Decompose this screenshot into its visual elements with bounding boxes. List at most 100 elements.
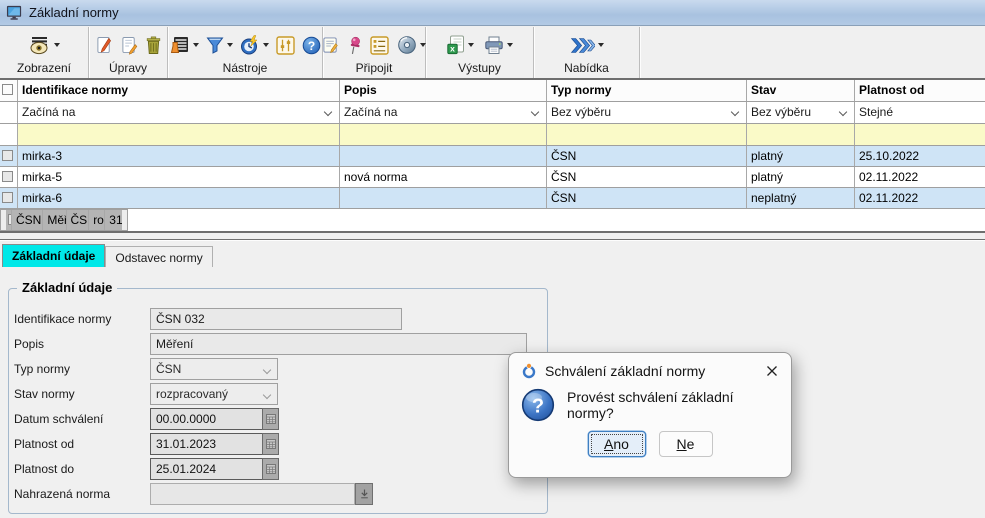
tab-zakladni-udaje[interactable]: Základní údaje: [2, 244, 105, 267]
row-checkbox[interactable]: [2, 150, 13, 161]
svg-text:x: x: [450, 43, 455, 53]
table-row-selected[interactable]: ČSN 032 Měření ČSN rozpracovaný 31.01.20…: [0, 209, 128, 231]
filter-input-stav[interactable]: [747, 124, 855, 145]
cell-popis: [340, 188, 547, 208]
print-icon[interactable]: [484, 36, 513, 55]
media-icon[interactable]: [397, 35, 426, 55]
cell-platnost: 25.10.2022: [855, 146, 985, 166]
filter-input-typ[interactable]: [547, 124, 747, 145]
calendar-button[interactable]: [262, 433, 279, 455]
calendar-button[interactable]: [262, 408, 279, 430]
calendar-icon: [266, 439, 276, 449]
toolbar-group-vystupy: x Výstupy: [426, 27, 534, 78]
popis-field[interactable]: Měření: [150, 333, 527, 355]
stav-normy-select[interactable]: rozpracovaný: [150, 383, 278, 405]
filter-dropdown-typ[interactable]: Bez výběru: [547, 102, 747, 123]
platnost-do-field[interactable]: 25.01.2024: [150, 458, 262, 480]
cell-platnost: 02.11.2022: [855, 167, 985, 187]
toolbar-group-label: Úpravy: [89, 61, 167, 78]
cell-identifikace: ČSN 032: [12, 210, 43, 230]
table-header-row: Identifikace normy Popis Typ normy Stav …: [0, 80, 985, 102]
column-header-identifikace[interactable]: Identifikace normy: [18, 80, 340, 101]
delete-icon[interactable]: [146, 36, 161, 55]
person-icon: [521, 363, 537, 379]
column-header-typ[interactable]: Typ normy: [547, 80, 747, 101]
menu-chevrons-icon[interactable]: [570, 37, 604, 54]
chevron-down-icon: [731, 108, 739, 116]
calendar-button[interactable]: [262, 458, 279, 480]
field-label: Stav normy: [14, 387, 150, 401]
chevron-down-icon: [263, 366, 271, 374]
history-icon[interactable]: [240, 35, 269, 55]
table-row[interactable]: mirka-3 ČSN platný 25.10.2022: [0, 146, 985, 167]
dropdown-arrow-icon: [468, 43, 474, 47]
view-icon: [29, 36, 51, 55]
cell-typ: ČSN: [547, 188, 747, 208]
note-icon[interactable]: [322, 36, 339, 55]
view-button[interactable]: [29, 36, 60, 55]
dropdown-arrow-icon: [193, 43, 199, 47]
help-icon[interactable]: ?: [302, 36, 321, 55]
row-checkbox[interactable]: [2, 171, 13, 182]
cell-stav: platný: [747, 146, 855, 166]
column-header-stav[interactable]: Stav: [747, 80, 855, 101]
datum-schvaleni-field[interactable]: 00.00.0000: [150, 408, 262, 430]
cell-identifikace: mirka-3: [18, 146, 340, 166]
identifikace-normy-field[interactable]: ČSN 032: [150, 308, 402, 330]
dialog-titlebar: Schválení základní normy: [509, 353, 791, 381]
confirm-dialog: Schválení základní normy ? Provést schvá…: [508, 352, 792, 478]
chevron-down-icon: [839, 108, 847, 116]
pin-icon[interactable]: [347, 36, 362, 55]
filter-dropdown-stav[interactable]: Bez výběru: [747, 102, 855, 123]
new-record-button[interactable]: [96, 36, 113, 55]
field-label: Popis: [14, 337, 150, 351]
dropdown-arrow-icon: [263, 43, 269, 47]
filter-dropdown-platnost[interactable]: Stejné: [855, 102, 985, 123]
platnost-od-field[interactable]: 31.01.2023: [150, 433, 262, 455]
data-view-button[interactable]: [170, 35, 199, 55]
nahrazena-norma-field[interactable]: [150, 483, 355, 505]
toolbar-group-label: Nástroje: [168, 61, 322, 78]
svg-text:?: ?: [307, 39, 314, 53]
close-icon[interactable]: [765, 364, 779, 378]
filter-input-identifikace[interactable]: [18, 124, 340, 145]
settings-icon[interactable]: [276, 36, 295, 55]
toolbar-group-label: Nabídka: [534, 61, 639, 78]
field-label: Datum schválení: [14, 412, 150, 426]
filter-input-popis[interactable]: [340, 124, 547, 145]
filter-cell-checkbox: [0, 102, 18, 123]
fieldset-legend: Základní údaje: [17, 280, 117, 295]
field-label: Nahrazená norma: [14, 487, 150, 501]
filter-input-platnost[interactable]: [855, 124, 985, 145]
filter-dropdown-identifikace[interactable]: Začíná na: [18, 102, 340, 123]
yes-button[interactable]: Ano: [588, 431, 646, 457]
edit-record-button[interactable]: [121, 36, 138, 55]
toolbar-group-label: Výstupy: [426, 61, 533, 78]
dropdown-arrow-icon: [598, 43, 604, 47]
lookup-button[interactable]: [355, 483, 373, 505]
filter-icon[interactable]: [206, 36, 233, 54]
cell-platnost: 31.01.2023: [105, 210, 122, 230]
select-all-checkbox[interactable]: [2, 84, 13, 95]
dropdown-arrow-icon: [227, 43, 233, 47]
dropdown-arrow-icon: [507, 43, 513, 47]
field-label: Platnost do: [14, 462, 150, 476]
calendar-icon: [266, 464, 276, 474]
cell-popis: nová norma: [340, 167, 547, 187]
toolbar-group-label: Připojit: [323, 61, 425, 78]
app-window: Základní normy: [0, 0, 985, 518]
excel-export-icon[interactable]: x: [447, 35, 474, 55]
column-header-platnost[interactable]: Platnost od: [855, 80, 985, 101]
tab-odstavec-normy[interactable]: Odstavec normy: [105, 246, 212, 267]
tasks-icon[interactable]: [370, 36, 389, 55]
row-checkbox[interactable]: [2, 192, 13, 203]
column-header-popis[interactable]: Popis: [340, 80, 547, 101]
no-button[interactable]: Ne: [659, 431, 713, 457]
filter-dropdown-popis[interactable]: Začíná na: [340, 102, 547, 123]
cell-typ: ČSN: [547, 167, 747, 187]
cell-stav: rozpracovaný: [89, 210, 105, 230]
typ-normy-select[interactable]: ČSN: [150, 358, 278, 380]
table-row[interactable]: mirka-6 ČSN neplatný 02.11.2022: [0, 188, 985, 209]
cell-stav: neplatný: [747, 188, 855, 208]
table-row[interactable]: mirka-5 nová norma ČSN platný 02.11.2022: [0, 167, 985, 188]
